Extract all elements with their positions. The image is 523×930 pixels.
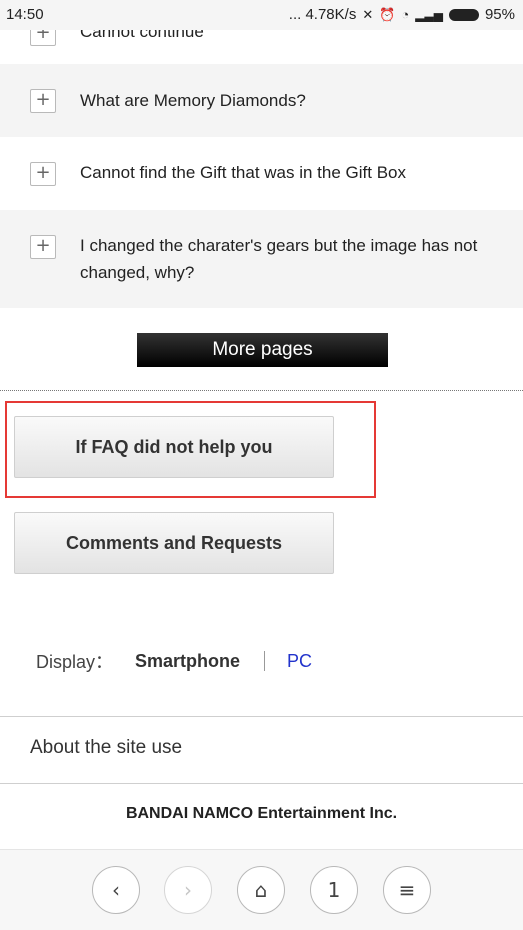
signal-icon: ▂▃▅ [415,7,443,22]
faq-item[interactable]: + Cannot find the Gift that was in the G… [0,137,523,210]
divider [0,390,523,391]
display-separator [264,651,266,671]
battery-percent: 95% [484,6,515,23]
status-time: 14:50 [6,6,44,23]
divider [0,716,523,717]
company-name: BANDAI NAMCO Entertainment Inc. [125,805,398,822]
chevron-right-icon[interactable]: › [164,866,212,914]
home-icon[interactable]: ⌂ [237,866,285,914]
plus-icon[interactable]: + [30,162,56,186]
faq-item-label[interactable]: What are Memory Diamonds? [80,87,500,114]
faq-item-label[interactable]: Cannot find the Gift that was in the Gif… [80,159,500,186]
faq-item[interactable]: + Cannot continue [0,30,523,64]
display-label: Display： [36,652,114,672]
mute-icon: ✕ [362,6,374,22]
status-bar: 14:50 ... 4.78K/s ✕ ⏰ ◔ ▂▃▅ 95% [0,0,523,30]
network-speed: ... 4.78K/s [288,6,357,23]
about-site-link[interactable]: About the site use [30,737,182,759]
faq-item-label[interactable]: I changed the charater's gears but the i… [80,232,500,286]
display-pc-link[interactable]: PC [287,651,312,672]
browser-nav-bar: ‹ › ⌂ 1 ≡ [0,849,523,930]
divider [0,783,523,784]
more-pages-button[interactable]: More pages [137,333,388,367]
faq-item-label[interactable]: Cannot continue [80,30,500,45]
chevron-left-icon[interactable]: ‹ [92,866,140,914]
alarm-icon: ⏰ [379,6,396,22]
status-right: ... 4.78K/s ✕ ⏰ ◔ ▂▃▅ 95% [289,6,515,23]
display-switch: Display： Smartphone PC [36,648,312,674]
plus-icon[interactable]: + [30,30,56,46]
battery-icon [448,8,479,21]
faq-not-help-button[interactable]: If FAQ did not help you [14,416,334,478]
wifi-icon: ◔ [401,7,410,22]
tabs-button[interactable]: 1 [310,866,358,914]
comments-requests-button[interactable]: Comments and Requests [14,512,334,574]
hamburger-menu-icon[interactable]: ≡ [383,866,431,914]
plus-icon[interactable]: + [30,235,56,259]
faq-item[interactable]: + What are Memory Diamonds? [0,64,523,137]
display-smartphone: Smartphone [135,650,241,671]
faq-item[interactable]: + I changed the charater's gears but the… [0,210,523,308]
plus-icon[interactable]: + [30,89,56,113]
